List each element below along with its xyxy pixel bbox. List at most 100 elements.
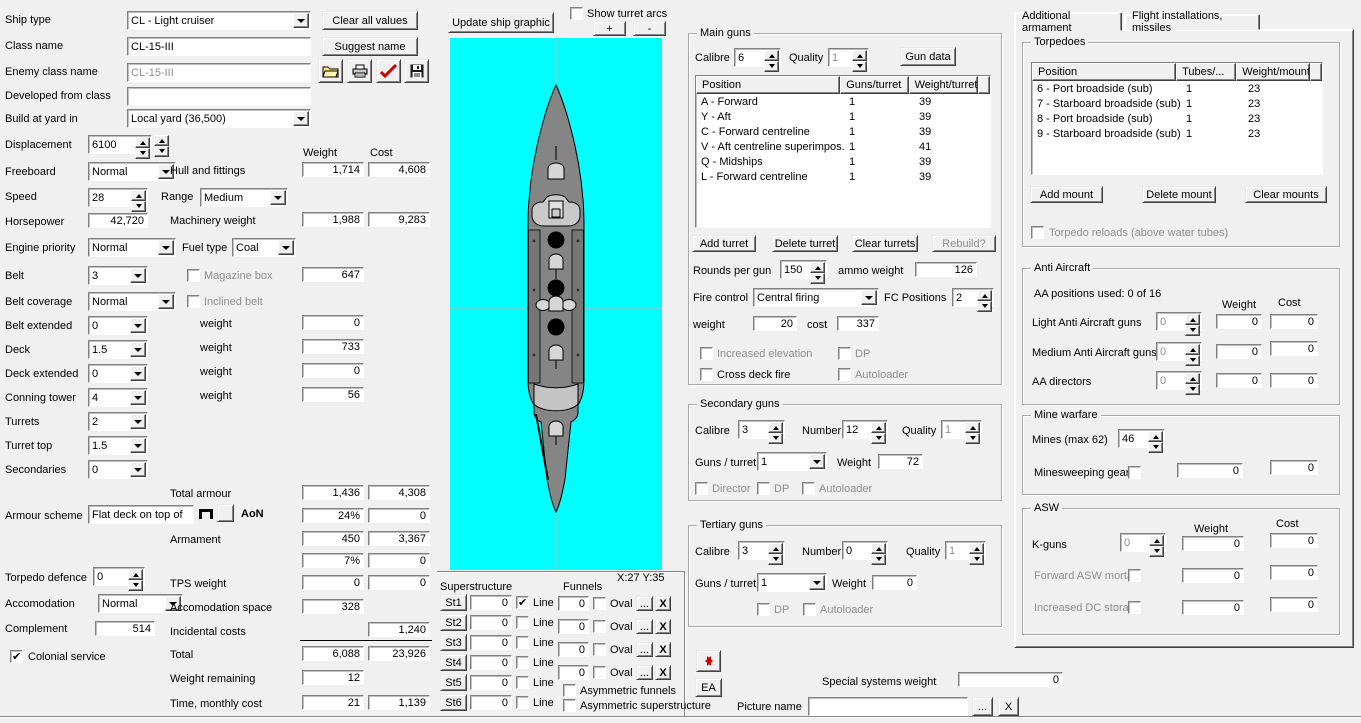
picture-clear-button[interactable]: X <box>998 697 1019 716</box>
clear-turrets-button[interactable]: Clear turrets <box>852 235 918 252</box>
funnel3-delete-button[interactable]: X <box>655 642 671 657</box>
chevron-down-icon[interactable] <box>809 454 825 469</box>
table-row[interactable]: 9 - Starboard broadside (sub)123 <box>1032 126 1322 141</box>
tertiary-calibre-stepper[interactable]: 3 <box>738 541 785 560</box>
belt-select[interactable]: 3 <box>88 266 148 285</box>
funnel2-delete-button[interactable]: X <box>655 619 671 634</box>
torpedoes-table[interactable]: Position Tubes/... Weight/mount 6 - Port… <box>1031 62 1323 175</box>
table-row[interactable]: 8 - Port broadside (sub)123 <box>1032 111 1322 126</box>
funnel1-value[interactable]: 0 <box>558 596 589 611</box>
print-button[interactable] <box>347 59 372 83</box>
secondary-number-stepper[interactable]: 12 <box>842 420 888 439</box>
funnel4-oval-checkbox[interactable] <box>593 666 606 679</box>
table-row[interactable]: C - Forward centreline139 <box>696 124 990 139</box>
rounds-per-gun-stepper[interactable]: 150 <box>780 260 827 279</box>
cross-deck-fire-checkbox[interactable] <box>700 368 713 381</box>
st4-button[interactable]: St4 <box>440 654 467 671</box>
add-mount-button[interactable]: Add mount <box>1030 186 1103 203</box>
zoom-out-button[interactable]: - <box>633 21 666 36</box>
secondary-calibre-stepper[interactable]: 3 <box>738 420 785 439</box>
st2-button[interactable]: St2 <box>440 614 467 631</box>
tertiary-guns-turret-select[interactable]: 1 <box>757 573 827 592</box>
funnel1-delete-button[interactable]: X <box>655 596 671 611</box>
main-calibre-stepper[interactable]: 6 <box>734 48 781 67</box>
clear-all-values-button[interactable]: Clear all values <box>322 11 418 30</box>
displacement-fine-stepper[interactable] <box>154 135 169 154</box>
st5-line-checkbox[interactable] <box>516 676 529 689</box>
zoom-in-button[interactable]: + <box>593 21 626 36</box>
conning-tower-select[interactable]: 4 <box>88 388 148 407</box>
table-row[interactable]: Y - Aft139 <box>696 109 990 124</box>
st2-value[interactable]: 0 <box>470 615 512 630</box>
st1-value[interactable]: 0 <box>470 595 512 610</box>
save-button[interactable] <box>404 59 429 83</box>
funnel4-browse-button[interactable]: ... <box>636 665 653 680</box>
chevron-down-icon[interactable] <box>809 575 825 590</box>
st1-line-checkbox[interactable] <box>516 596 529 609</box>
funnel4-delete-button[interactable]: X <box>655 665 671 680</box>
st6-line-checkbox[interactable] <box>516 696 529 709</box>
funnel3-oval-checkbox[interactable] <box>593 643 606 656</box>
st6-button[interactable]: St6 <box>440 694 467 711</box>
table-row[interactable]: 6 - Port broadside (sub)123 <box>1032 81 1322 96</box>
tab-flight-installations[interactable]: Flight installations, missiles <box>1124 14 1260 30</box>
cycle-picture-button[interactable] <box>696 650 721 672</box>
range-select[interactable]: Medium <box>200 188 288 207</box>
funnel4-value[interactable]: 0 <box>558 665 589 680</box>
gun-data-button[interactable]: Gun data <box>900 47 956 66</box>
turrets-select[interactable]: 2 <box>88 412 148 431</box>
chevron-down-icon[interactable] <box>293 111 309 126</box>
chevron-down-icon[interactable] <box>270 190 286 205</box>
chevron-down-icon[interactable] <box>130 342 146 357</box>
chevron-down-icon[interactable] <box>130 318 146 333</box>
table-row[interactable]: A - Forward139 <box>696 94 990 109</box>
chevron-down-icon[interactable] <box>130 268 146 283</box>
chevron-down-icon[interactable] <box>158 240 174 255</box>
tab-additional-armament[interactable]: Additional armament <box>1014 12 1122 31</box>
deck-extended-select[interactable]: 0 <box>88 364 148 383</box>
st5-value[interactable]: 0 <box>470 675 512 690</box>
chevron-down-icon[interactable] <box>130 414 146 429</box>
st4-line-checkbox[interactable] <box>516 656 529 669</box>
tertiary-number-stepper[interactable]: 0 <box>842 541 888 560</box>
funnel3-value[interactable]: 0 <box>558 642 589 657</box>
chevron-down-icon[interactable] <box>278 240 294 255</box>
torpedo-defence-stepper[interactable]: 0 <box>93 567 145 586</box>
ea-button[interactable]: EA <box>695 678 722 697</box>
freeboard-select[interactable]: Normal <box>88 162 176 181</box>
chevron-down-icon[interactable] <box>130 390 146 405</box>
fc-positions-stepper[interactable]: 2 <box>952 288 994 307</box>
st3-value[interactable]: 0 <box>470 635 512 650</box>
st6-value[interactable]: 0 <box>470 695 512 710</box>
st1-button[interactable]: St1 <box>440 594 467 611</box>
secondary-guns-turret-select[interactable]: 1 <box>757 452 827 471</box>
table-row[interactable]: Q - Midships139 <box>696 154 990 169</box>
delete-mount-button[interactable]: Delete mount <box>1142 186 1216 203</box>
asymmetric-funnels-checkbox[interactable] <box>563 684 576 697</box>
funnel2-browse-button[interactable]: ... <box>636 619 653 634</box>
class-name-input[interactable] <box>127 37 311 56</box>
chevron-down-icon[interactable] <box>130 366 146 381</box>
turret-top-select[interactable]: 1.5 <box>88 436 148 455</box>
armour-scheme-button[interactable] <box>217 504 234 522</box>
st3-line-checkbox[interactable] <box>516 636 529 649</box>
chevron-down-icon[interactable] <box>293 13 309 28</box>
fuel-type-select[interactable]: Coal <box>232 238 296 257</box>
mines-stepper[interactable]: 46 <box>1118 429 1165 448</box>
main-guns-table[interactable]: Position Guns/turret Weight/turret A - F… <box>695 75 991 228</box>
speed-stepper[interactable]: 28 <box>88 188 148 207</box>
funnel3-browse-button[interactable]: ... <box>636 642 653 657</box>
add-turret-button[interactable]: Add turret <box>692 235 756 252</box>
show-turret-arcs-checkbox[interactable] <box>570 7 583 20</box>
column-header[interactable]: Weight/mount <box>1236 63 1310 81</box>
table-row[interactable]: V - Aft centreline superimpos...141 <box>696 139 990 154</box>
delete-turret-button[interactable]: Delete turret <box>772 235 838 252</box>
column-header[interactable]: Weight/turret <box>909 76 978 94</box>
belt-coverage-select[interactable]: Normal <box>88 292 176 311</box>
suggest-name-button[interactable]: Suggest name <box>322 37 418 56</box>
table-row[interactable]: 7 - Starboard broadside (sub)123 <box>1032 96 1322 111</box>
clear-mounts-button[interactable]: Clear mounts <box>1245 186 1327 203</box>
st3-button[interactable]: St3 <box>440 634 467 651</box>
picture-name-input[interactable] <box>808 697 968 716</box>
fire-control-select[interactable]: Central firing <box>753 288 879 307</box>
